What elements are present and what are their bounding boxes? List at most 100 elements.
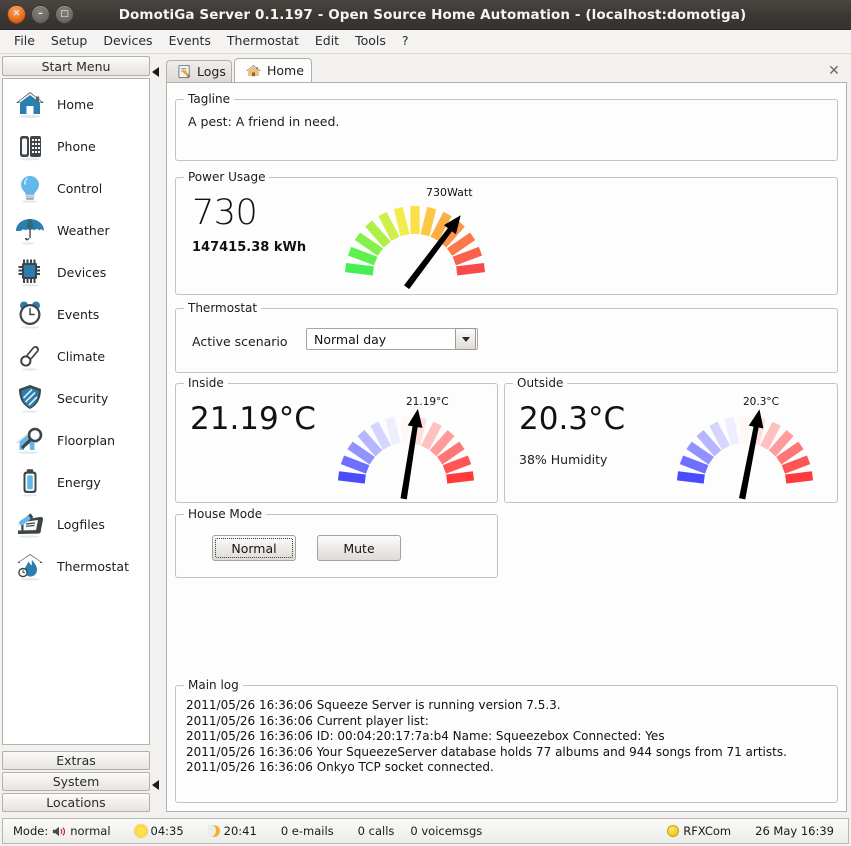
sidebar-item-control[interactable]: Control (3, 167, 149, 209)
sidebar-item-label: Weather (57, 222, 110, 238)
menu-item-help[interactable]: ? (394, 32, 417, 51)
flame-clock-icon (12, 548, 48, 584)
sidebar-header[interactable]: Start Menu (2, 56, 150, 76)
menu-item-thermostat[interactable]: Thermostat (219, 32, 307, 51)
sidebar-item-label: Security (57, 390, 109, 406)
inside-gauge (324, 394, 489, 502)
chevron-down-icon[interactable] (455, 328, 476, 350)
minimize-window-button[interactable]: – (31, 5, 50, 24)
tab-strip: Logs Home ✕ (166, 58, 847, 83)
tab-label: Home (267, 63, 304, 78)
active-scenario-label: Active scenario (192, 334, 288, 349)
maximize-window-button[interactable]: □ (55, 5, 74, 24)
power-usage-group: Power Usage 730 147415.38 kWh 730Watt (175, 170, 838, 295)
power-gauge (330, 184, 500, 294)
house-mode-mute-button[interactable]: Mute (317, 535, 401, 561)
sidebar-item-logfiles[interactable]: Logfiles (3, 503, 149, 545)
sidebar-item-label: Thermostat (57, 558, 129, 574)
status-voicemsgs: 0 voicemsgs (410, 824, 483, 838)
active-scenario-value: Normal day (314, 331, 387, 347)
menu-bar: File Setup Devices Events Thermostat Edi… (0, 30, 851, 54)
house-mode-normal-button[interactable]: Normal (212, 535, 296, 561)
sidebar-button-locations[interactable]: Locations (2, 793, 150, 812)
power-usage-legend: Power Usage (184, 170, 270, 184)
log-line: 2011/05/26 16:36:06 Your SqueezeServer d… (186, 744, 787, 759)
status-mode-label: Mode: (13, 824, 49, 838)
shield-icon (12, 380, 48, 416)
menu-item-setup[interactable]: Setup (43, 32, 95, 51)
menu-item-devices[interactable]: Devices (95, 32, 160, 51)
title-bar: ✕ – □ DomotiGa Server 0.1.197 - Open Sou… (0, 0, 851, 30)
sidebar-item-label: Logfiles (57, 516, 105, 532)
sidebar-collapse-arrow-top[interactable] (152, 67, 161, 77)
sidebar-collapse-arrow-bottom[interactable] (152, 780, 161, 790)
chevron-left-icon (152, 780, 159, 790)
main-log-list[interactable]: 2011/05/26 16:36:06 Squeeze Server is ru… (186, 698, 829, 796)
outside-gauge-label: 20.3°C (743, 396, 779, 408)
main-log-group: Main log 2011/05/26 16:36:06 Squeeze Ser… (175, 678, 838, 803)
inside-gauge-label: 21.19°C (406, 396, 449, 408)
alarm-clock-icon (12, 296, 48, 332)
window-controls: ✕ – □ (7, 5, 74, 24)
application-window: ✕ – □ DomotiGa Server 0.1.197 - Open Sou… (0, 0, 851, 846)
menu-item-events[interactable]: Events (161, 32, 219, 51)
sidebar-item-floorplan[interactable]: Floorplan (3, 419, 149, 461)
status-bar: Mode: normal 04:35 20:41 0 e-mails 0 cal… (2, 818, 849, 844)
sidebar-item-thermostat[interactable]: Thermostat (3, 545, 149, 587)
sidebar-menu-list: Home Phone Control Weather Devices Event… (2, 78, 150, 745)
sidebar-item-home[interactable]: Home (3, 83, 149, 125)
close-tab-button[interactable]: ✕ (825, 62, 843, 80)
inside-temperature: 21.19°C (190, 404, 316, 435)
active-scenario-select[interactable]: Normal day (306, 328, 478, 350)
umbrella-icon (12, 212, 48, 248)
outside-temperature: 20.3°C (519, 401, 626, 437)
tab-home[interactable]: Home (234, 58, 312, 82)
sidebar-item-phone[interactable]: Phone (3, 125, 149, 167)
sidebar-item-label: Energy (57, 474, 101, 490)
status-sunrise: 04:35 (134, 824, 184, 838)
sidebar-item-events[interactable]: Events (3, 293, 149, 335)
tab-logs[interactable]: Logs (166, 60, 232, 82)
sidebar-button-extras[interactable]: Extras (2, 751, 150, 770)
scroll-pencil-icon (12, 506, 48, 542)
sidebar-item-label: Devices (57, 264, 107, 280)
menu-item-file[interactable]: File (6, 32, 43, 51)
outside-group: Outside 20.3°C 38% Humidity 20.3°C (504, 376, 838, 503)
status-mode-value: normal (70, 824, 111, 838)
phone-icon (12, 128, 48, 164)
status-indicator-icon (667, 825, 680, 837)
status-emails: 0 e-mails (280, 824, 334, 838)
log-line: 2011/05/26 16:36:06 ID: 00:04:20:17:7a:b… (186, 729, 665, 743)
notepad-pencil-icon (177, 64, 192, 79)
chevron-left-icon (152, 67, 159, 77)
battery-icon (12, 464, 48, 500)
house-magnifier-icon (12, 422, 48, 458)
sidebar-item-label: Events (57, 306, 100, 322)
sidebar-footer: Extras System Locations (2, 749, 150, 812)
tagline-legend: Tagline (184, 92, 234, 106)
menu-item-edit[interactable]: Edit (307, 32, 347, 51)
menu-item-tools[interactable]: Tools (347, 32, 394, 51)
sidebar-button-system[interactable]: System (2, 772, 150, 791)
close-window-button[interactable]: ✕ (7, 5, 26, 24)
sidebar-item-energy[interactable]: Energy (3, 461, 149, 503)
outside-legend: Outside (513, 376, 568, 390)
sidebar-item-security[interactable]: Security (3, 377, 149, 419)
sidebar-item-label: Phone (57, 138, 96, 154)
window-title: DomotiGa Server 0.1.197 - Open Source Ho… (118, 6, 747, 23)
sidebar-item-climate[interactable]: Climate (3, 335, 149, 377)
close-icon: ✕ (12, 9, 21, 19)
house-mode-normal-label: Normal (231, 540, 277, 556)
house-icon (245, 63, 262, 78)
status-device: RFXCom (667, 824, 731, 838)
tab-label: Logs (197, 64, 226, 79)
sidebar-item-label: Climate (57, 348, 106, 364)
status-calls: 0 calls (357, 824, 395, 838)
sidebar-item-weather[interactable]: Weather (3, 209, 149, 251)
house-mode-mute-label: Mute (343, 540, 375, 556)
status-sunrise-time: 04:35 (150, 824, 184, 838)
sidebar-item-devices[interactable]: Devices (3, 251, 149, 293)
log-line: 2011/05/26 16:36:06 Onkyo TCP socket con… (186, 760, 494, 774)
thermostat-group: Thermostat Active scenario Normal day (175, 301, 838, 373)
sidebar-item-label: Floorplan (57, 432, 116, 448)
